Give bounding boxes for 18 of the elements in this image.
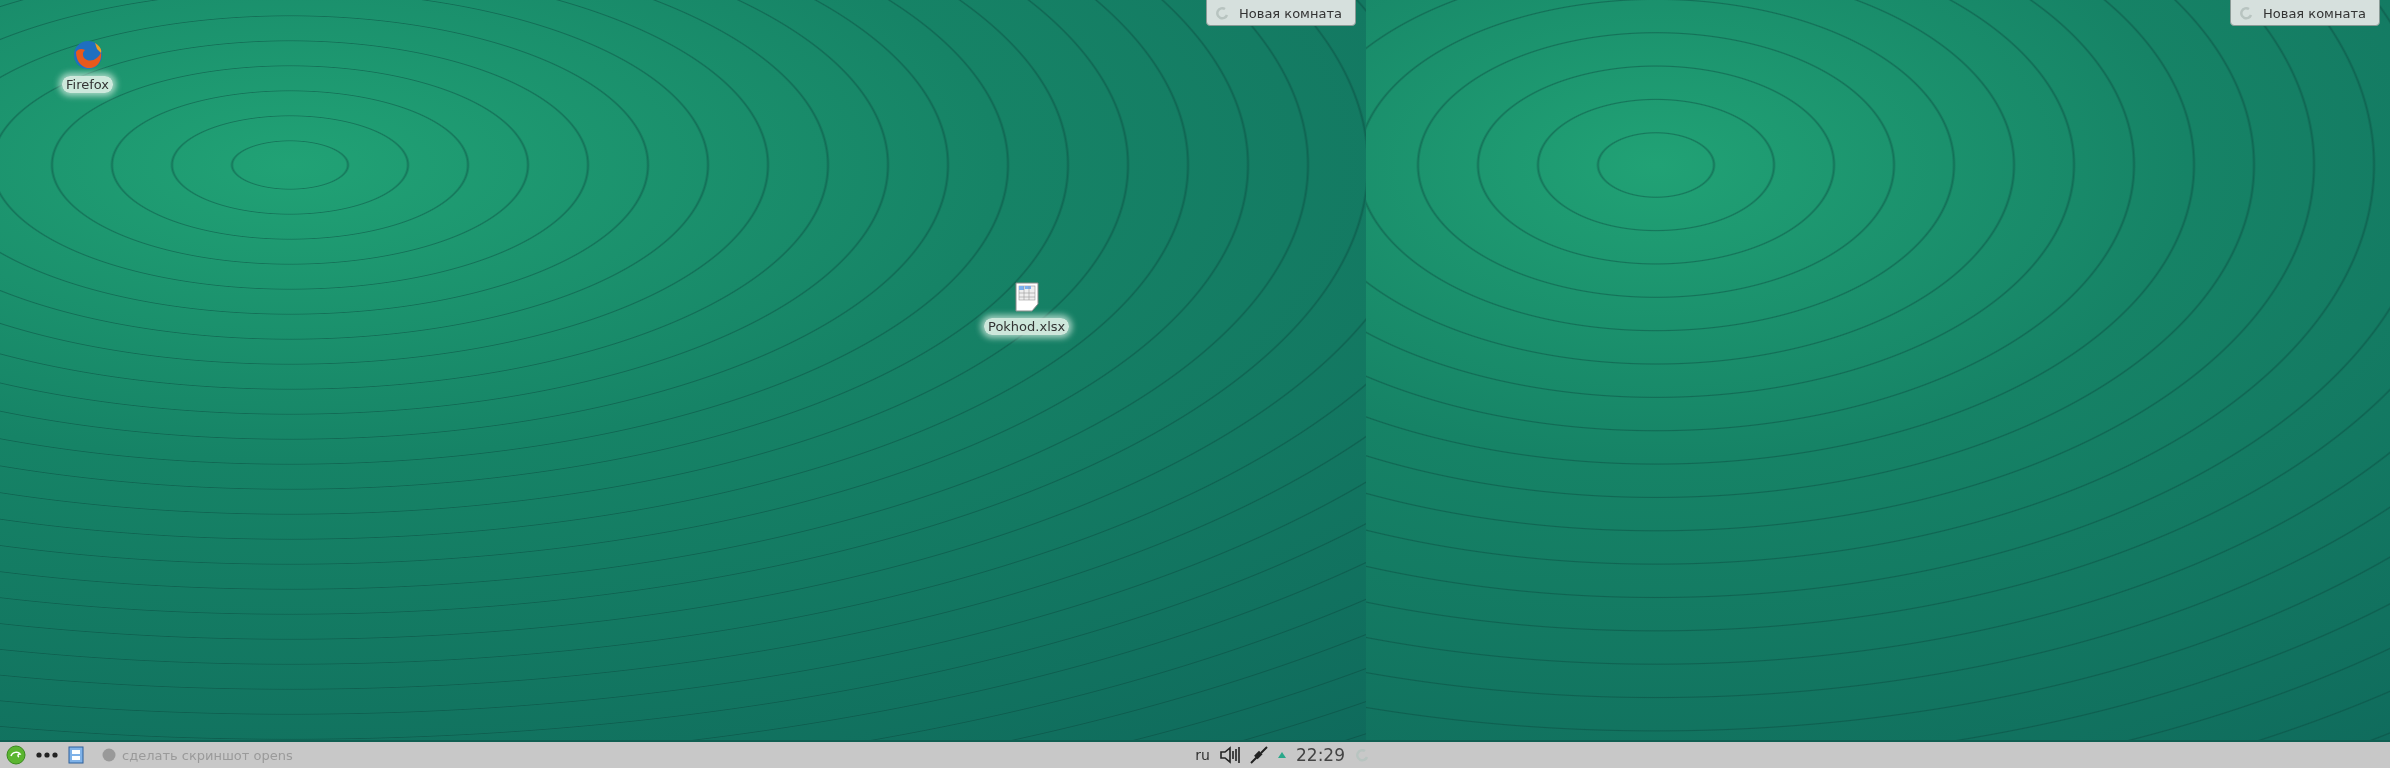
spreadsheet-icon — [1013, 282, 1040, 312]
plug-icon[interactable] — [1250, 746, 1268, 764]
desktop-icon-label[interactable]: Pokhod.xlsx — [984, 318, 1070, 335]
notification-title: Новая комната — [2263, 5, 2366, 21]
keyboard-layout[interactable]: ru — [1195, 747, 1210, 763]
clock[interactable]: 22:29 — [1296, 745, 1345, 765]
app-icon — [102, 748, 116, 762]
swirl-icon — [2239, 6, 2253, 20]
notification-title: Новая комната — [1239, 5, 1342, 21]
swirl-icon — [1215, 6, 1229, 20]
firefox-icon — [72, 40, 103, 70]
file-cabinet-icon[interactable] — [68, 746, 84, 764]
start-menu-icon[interactable] — [6, 745, 26, 765]
desktop-icon-label[interactable]: Firefox — [62, 76, 114, 93]
dots-icon[interactable] — [36, 752, 58, 758]
notification-popup[interactable]: Новая комната — [1206, 0, 1356, 26]
notification-popup[interactable]: Новая комната — [2230, 0, 2380, 26]
volume-icon[interactable] — [1220, 746, 1240, 764]
